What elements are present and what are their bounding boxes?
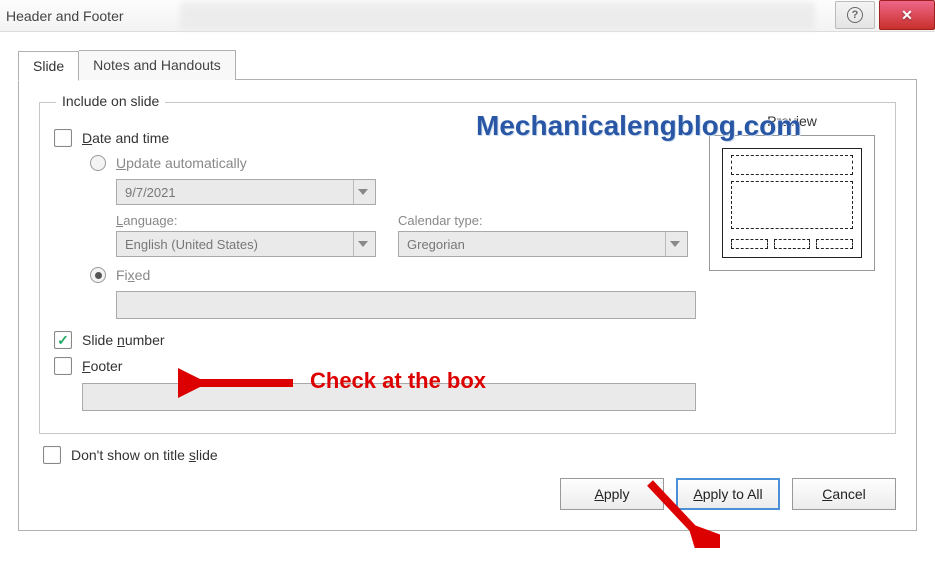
dialog-buttons: Apply Apply to All Cancel bbox=[39, 478, 896, 510]
footer-label: Footer bbox=[82, 358, 122, 374]
slide-number-row: Slide number bbox=[54, 331, 554, 349]
date-time-label: Date and time bbox=[82, 130, 169, 146]
cancel-label: Cancel bbox=[822, 486, 866, 502]
preview-frame bbox=[709, 135, 875, 271]
annotation-arrow-apply bbox=[640, 478, 720, 548]
tab-slide-label: Slide bbox=[33, 58, 64, 74]
chevron-down-icon bbox=[353, 180, 371, 204]
close-icon: ✕ bbox=[901, 7, 913, 24]
cancel-button[interactable]: Cancel bbox=[792, 478, 896, 510]
tab-notes-label: Notes and Handouts bbox=[93, 57, 221, 73]
tab-notes-handouts[interactable]: Notes and Handouts bbox=[79, 50, 236, 80]
preview-body-ph bbox=[731, 181, 853, 229]
footer-checkbox[interactable] bbox=[54, 357, 72, 375]
preview-title-ph bbox=[731, 155, 853, 175]
chevron-down-icon bbox=[353, 232, 371, 256]
annotation-check-text: Check at the box bbox=[310, 368, 486, 394]
dont-show-row: Don't show on title slide bbox=[43, 446, 896, 464]
help-icon: ? bbox=[847, 7, 863, 23]
watermark: Mechanicalengblog.com bbox=[476, 110, 801, 142]
slide-number-label: Slide number bbox=[82, 332, 165, 348]
include-legend: Include on slide bbox=[56, 93, 165, 109]
calendar-value: Gregorian bbox=[407, 237, 465, 252]
language-label: Language: bbox=[116, 213, 376, 228]
apply-label: Apply bbox=[594, 486, 629, 502]
fixed-label: Fixed bbox=[116, 267, 150, 283]
ribbon-blur bbox=[180, 2, 815, 30]
date-combo-value: 9/7/2021 bbox=[125, 185, 176, 200]
close-button[interactable]: ✕ bbox=[879, 0, 935, 30]
language-combo[interactable]: English (United States) bbox=[116, 231, 376, 257]
dont-show-checkbox[interactable] bbox=[43, 446, 61, 464]
preview-footer-right bbox=[816, 239, 853, 249]
chevron-down-icon bbox=[665, 232, 683, 256]
tab-slide[interactable]: Slide bbox=[18, 51, 79, 81]
help-button[interactable]: ? bbox=[835, 1, 875, 29]
calendar-label: Calendar type: bbox=[398, 213, 688, 228]
date-time-checkbox[interactable] bbox=[54, 129, 72, 147]
dialog-body: Mechanicalengblog.com Slide Notes and Ha… bbox=[0, 32, 935, 545]
preview-footer-left bbox=[731, 239, 768, 249]
language-value: English (United States) bbox=[125, 237, 258, 252]
update-auto-row: Update automatically bbox=[90, 155, 554, 171]
slide-number-checkbox[interactable] bbox=[54, 331, 72, 349]
titlebar: Header and Footer ? ✕ bbox=[0, 0, 935, 32]
fixed-row: Fixed bbox=[90, 267, 554, 283]
dont-show-label: Don't show on title slide bbox=[71, 447, 218, 463]
update-auto-label: Update automatically bbox=[116, 155, 247, 171]
date-combo[interactable]: 9/7/2021 bbox=[116, 179, 376, 205]
annotation-arrow-check bbox=[178, 368, 298, 398]
preview-slide bbox=[722, 148, 862, 258]
fixed-radio[interactable] bbox=[90, 267, 106, 283]
dialog-title: Header and Footer bbox=[6, 8, 124, 24]
preview-footer-center bbox=[774, 239, 811, 249]
tabs: Slide Notes and Handouts bbox=[18, 50, 917, 80]
update-auto-radio[interactable] bbox=[90, 155, 106, 171]
tabpanel-slide: Include on slide Preview bbox=[18, 79, 917, 531]
calendar-combo[interactable]: Gregorian bbox=[398, 231, 688, 257]
fixed-input[interactable] bbox=[116, 291, 696, 319]
